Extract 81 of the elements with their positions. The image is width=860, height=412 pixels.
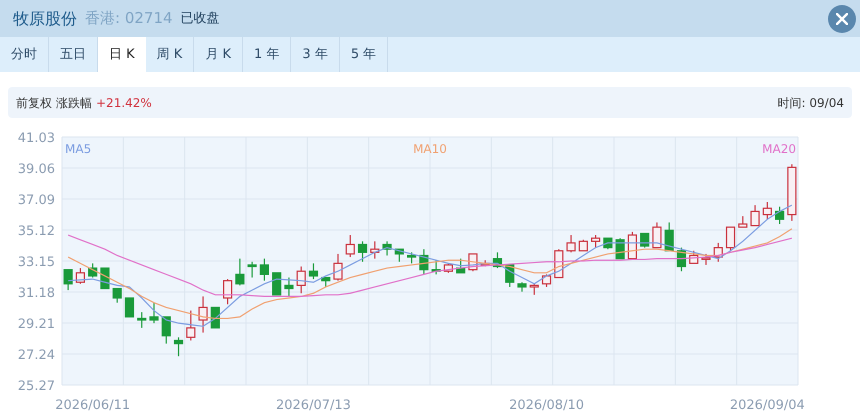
candlestick: [235, 258, 244, 286]
x-axis-label: 2026/09/04: [730, 398, 805, 412]
candlestick: [738, 216, 748, 228]
legend-label: MA10: [413, 142, 447, 156]
y-axis-label: 31.18: [18, 286, 55, 301]
adjust-label: 前复权: [16, 94, 52, 112]
candlestick: [248, 262, 257, 278]
legend-label: MA5: [65, 142, 92, 156]
candlestick: [346, 235, 355, 258]
x-axis-label: 2026/08/10: [509, 398, 584, 412]
candlestick: [149, 302, 159, 324]
y-axis-label: 41.03: [18, 131, 55, 146]
candlestick: [714, 242, 723, 262]
y-axis-label: 39.06: [18, 162, 55, 177]
candlestick: [652, 222, 662, 248]
y-axis-label: 37.09: [18, 193, 55, 208]
candlestick: [198, 296, 208, 333]
candlestick: [321, 276, 330, 287]
candlestick: [591, 235, 600, 248]
candlestick: [492, 252, 502, 268]
period-tab[interactable]: 日 K: [98, 37, 146, 72]
candlestick: [689, 250, 698, 264]
candlestick: [628, 232, 637, 260]
x-axis-label: 2026/06/11: [55, 398, 130, 412]
candlestick: [616, 238, 625, 260]
candlestick: [112, 288, 122, 303]
candlestick: [124, 297, 134, 318]
candlestick: [223, 279, 232, 304]
candlestick: [726, 226, 736, 251]
candlestick: [566, 235, 576, 252]
candlestick: [775, 206, 784, 224]
candlestick: [432, 260, 441, 274]
candlestick: [701, 254, 711, 265]
candlestick: [76, 268, 85, 284]
candlestick: [162, 316, 171, 344]
candlestick: [333, 254, 343, 281]
candlestick: [210, 306, 220, 328]
candlestick: [394, 248, 404, 262]
candlestick: [260, 258, 269, 281]
candlestick: [308, 263, 318, 280]
candlestick: [444, 263, 453, 273]
candlestick: [284, 278, 294, 296]
candlestick: [407, 252, 416, 264]
candlestick: [296, 266, 306, 294]
candlestick: [358, 241, 368, 262]
y-axis-label: 29.21: [18, 317, 55, 332]
candlestick: [750, 205, 760, 226]
candlestick: [88, 263, 98, 278]
candlestick: [272, 272, 282, 296]
candlestick: [664, 222, 674, 252]
candlestick: [603, 238, 612, 250]
close-button[interactable]: [828, 4, 856, 32]
stock-name: 牧原股份: [13, 8, 77, 30]
x-axis-label: 2026/07/13: [276, 398, 351, 412]
candlestick: [137, 312, 146, 328]
candlestick: [578, 240, 588, 252]
stock-code: 香港: 02714: [85, 8, 173, 30]
y-axis-label: 25.27: [18, 379, 55, 394]
candlestick: [542, 274, 552, 287]
change-value: +21.42%: [96, 94, 152, 112]
y-axis-label: 35.12: [18, 224, 55, 239]
y-axis-label: 27.24: [18, 348, 55, 363]
candlestick: [382, 241, 392, 256]
candlestick: [64, 269, 73, 290]
y-axis-label: 33.15: [18, 255, 55, 270]
close-icon: [836, 12, 848, 24]
candlestick: [530, 284, 539, 295]
time-label: 时间: 09/04: [778, 94, 844, 112]
candlestick: [456, 258, 466, 274]
candlestick: [676, 248, 686, 272]
candlestick: [419, 249, 428, 274]
candlestick: [517, 282, 527, 292]
candlestick: [480, 260, 490, 266]
candlestick: [370, 241, 380, 259]
legend-label: MA20: [762, 142, 796, 156]
candlestick: [762, 202, 772, 220]
candlestick: [640, 232, 650, 248]
candlestick: [186, 310, 196, 340]
candlestick: [174, 337, 184, 356]
market-status: 已收盘: [180, 10, 220, 28]
change-label: 涨跌幅: [56, 94, 92, 112]
